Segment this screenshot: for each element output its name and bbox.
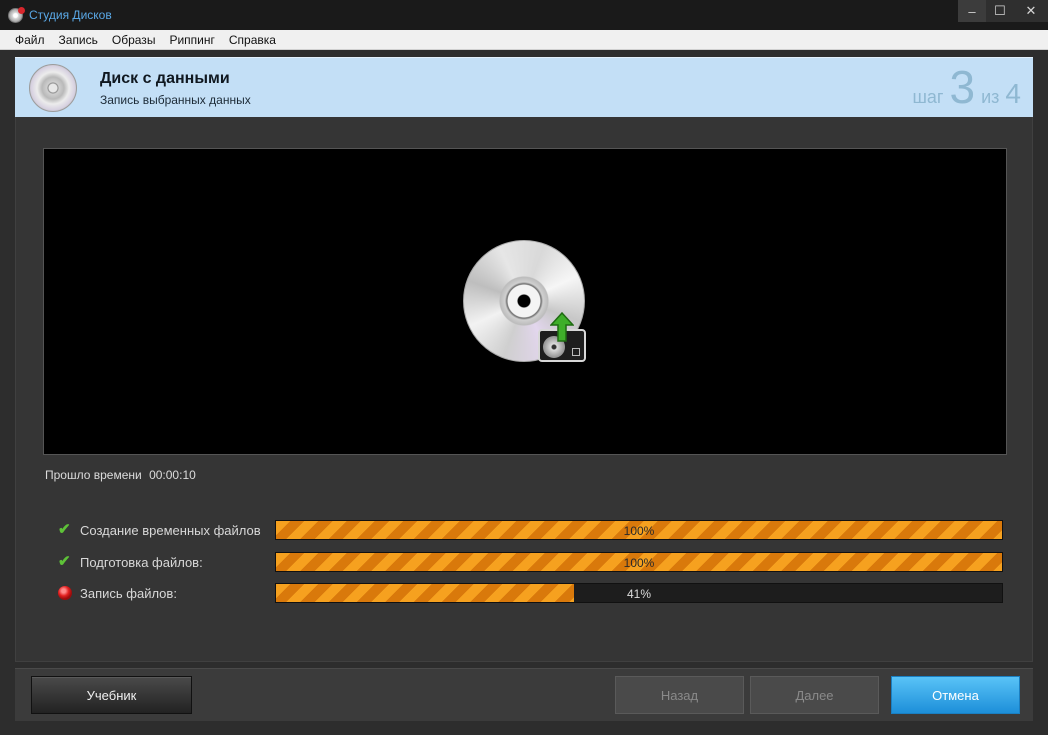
- minimize-button[interactable]: –: [958, 0, 986, 22]
- progress-bar: 41%: [275, 583, 1003, 603]
- check-icon: ✔: [58, 553, 71, 570]
- window-title: Студия Дисков: [29, 8, 112, 22]
- step-of: из: [981, 87, 1000, 107]
- progress-percent: 100%: [623, 524, 655, 538]
- task-row: Запись файлов: 41%: [56, 583, 1006, 603]
- menu-images[interactable]: Образы: [105, 33, 163, 47]
- step-current: 3: [949, 61, 976, 113]
- task-row: ✔ Создание временных файлов 100%: [56, 520, 1006, 540]
- task-label: Запись файлов:: [80, 586, 177, 601]
- task-label: Создание временных файлов: [80, 523, 261, 538]
- close-button[interactable]: ✕: [1014, 0, 1048, 22]
- back-button[interactable]: Назад: [615, 676, 744, 714]
- wizard-header: Диск с данными Запись выбранных данных ш…: [15, 57, 1033, 117]
- wizard-footer: Учебник Назад Далее Отмена: [15, 668, 1033, 721]
- title-bar[interactable]: Студия Дисков – ☐ ✕: [0, 0, 1048, 30]
- window-controls: – ☐ ✕: [958, 0, 1048, 22]
- progress-bar: 100%: [275, 552, 1003, 572]
- app-window: Студия Дисков – ☐ ✕ Файл Запись Образы Р…: [0, 0, 1048, 735]
- elapsed-time: Прошло времени 00:00:10: [45, 468, 196, 482]
- step-total: 4: [1005, 78, 1021, 109]
- next-button[interactable]: Далее: [750, 676, 879, 714]
- maximize-button[interactable]: ☐: [986, 0, 1014, 22]
- menu-ripping[interactable]: Риппинг: [162, 33, 221, 47]
- elapsed-label: Прошло времени: [45, 468, 142, 482]
- upload-arrow-icon: [550, 312, 574, 342]
- elapsed-value: 00:00:10: [149, 468, 196, 482]
- progress-percent: 41%: [626, 587, 652, 601]
- app-disc-icon: [8, 7, 25, 23]
- step-indicator: шаг 3 из 4: [912, 64, 1021, 110]
- step-word: шаг: [912, 87, 944, 107]
- menu-bar: Файл Запись Образы Риппинг Справка: [0, 30, 1048, 50]
- cancel-button[interactable]: Отмена: [891, 676, 1020, 714]
- page-title: Диск с данными: [100, 70, 230, 87]
- tutorial-button[interactable]: Учебник: [31, 676, 192, 714]
- menu-help[interactable]: Справка: [222, 33, 283, 47]
- menu-file[interactable]: Файл: [8, 33, 52, 47]
- disc-icon: [29, 64, 77, 112]
- red-dot-icon: [58, 586, 72, 600]
- menu-record[interactable]: Запись: [52, 33, 105, 47]
- page-subtitle: Запись выбранных данных: [100, 93, 251, 107]
- hdd-chip: [572, 348, 580, 356]
- main-panel: Прошло времени 00:00:10 ✔ Создание време…: [15, 117, 1033, 662]
- task-label: Подготовка файлов:: [80, 555, 203, 570]
- progress-percent: 100%: [623, 556, 655, 570]
- task-row: ✔ Подготовка файлов: 100%: [56, 552, 1006, 572]
- check-icon: ✔: [58, 521, 71, 538]
- progress-bar: 100%: [275, 520, 1003, 540]
- burn-preview: [43, 148, 1007, 455]
